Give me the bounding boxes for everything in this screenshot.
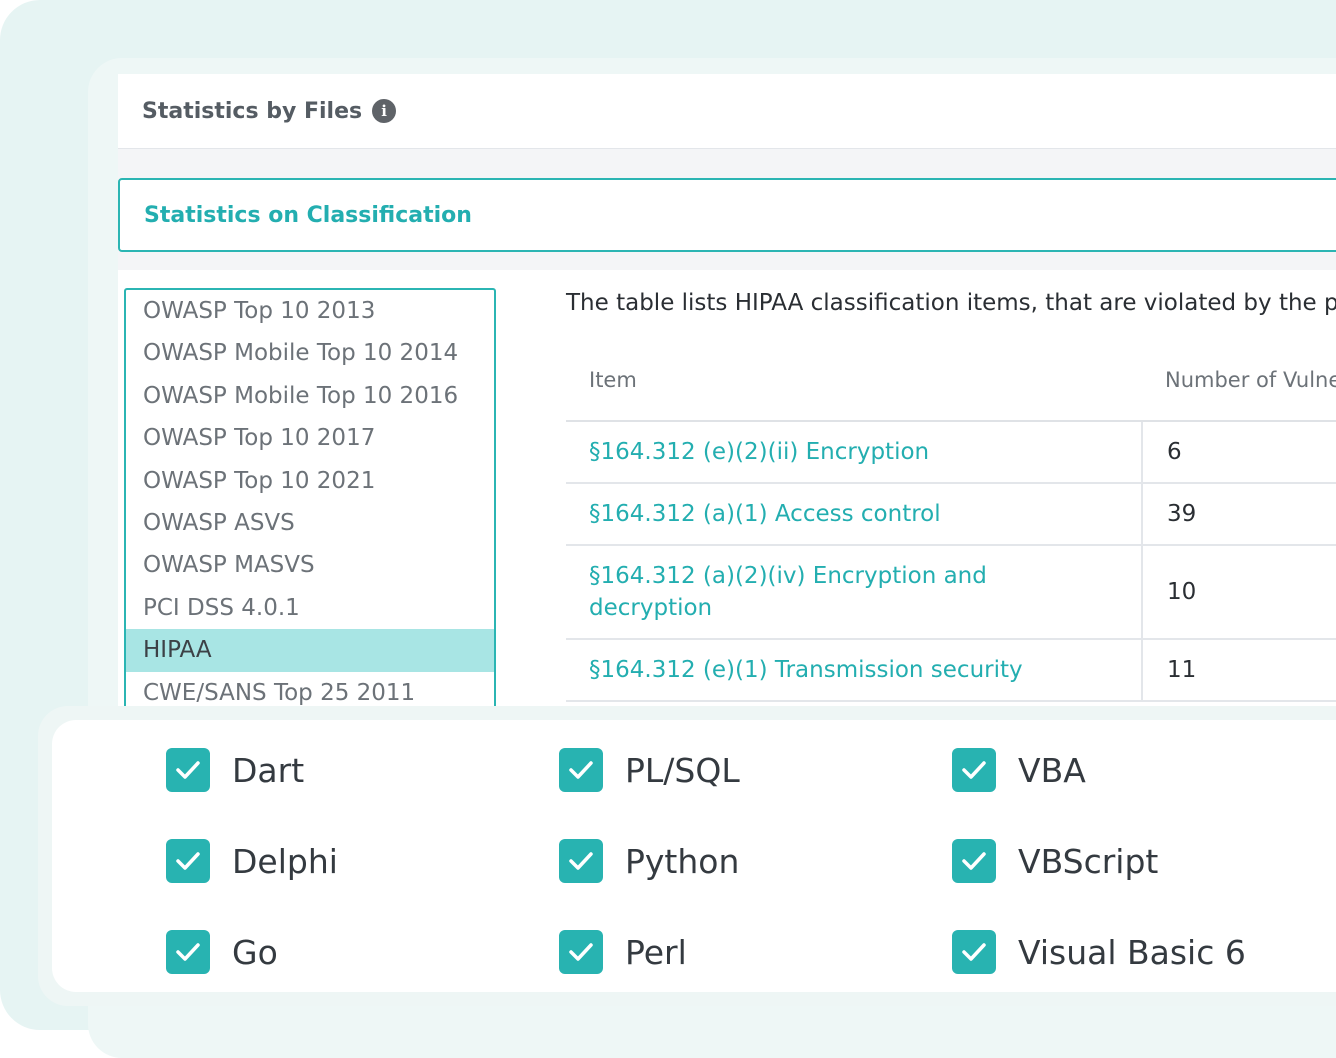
classification-content: OWASP Top 10 2013 OWASP Mobile Top 10 20… xyxy=(118,270,1336,754)
list-item[interactable]: OWASP Top 10 2021 xyxy=(126,460,494,502)
checkmark-icon xyxy=(569,943,593,961)
item-link[interactable]: §164.312 (e)(2)(ii) Encryption xyxy=(566,422,1141,482)
checkbox-checked[interactable] xyxy=(559,748,603,792)
languages-card: Dart Delphi Go PL/SQL Python Perl VBA VB… xyxy=(52,720,1336,992)
checkmark-icon xyxy=(962,943,986,961)
table-row: §164.312 (e)(2)(ii) Encryption 6 xyxy=(566,422,1336,484)
app-window: Statistics by Files i Statistics on Clas… xyxy=(118,74,1336,754)
table-description: The table lists HIPAA classification ite… xyxy=(566,290,1336,316)
classification-table: Item Number of Vulne §164.312 (e)(2)(ii)… xyxy=(566,340,1336,702)
info-icon[interactable]: i xyxy=(372,99,397,123)
list-item[interactable]: OWASP Top 10 2017 xyxy=(126,417,494,459)
checkmark-icon xyxy=(176,943,200,961)
checkmark-icon xyxy=(569,761,593,779)
language-label: VBScript xyxy=(1018,841,1159,881)
checkbox-checked[interactable] xyxy=(952,839,996,883)
list-item[interactable]: OWASP Mobile Top 10 2016 xyxy=(126,375,494,417)
language-option[interactable]: PL/SQL xyxy=(559,748,740,792)
section-title: Statistics on Classification xyxy=(144,202,472,228)
checkbox-checked[interactable] xyxy=(166,930,210,974)
list-item[interactable]: PCI DSS 4.0.1 xyxy=(126,587,494,629)
checkmark-icon xyxy=(962,852,986,870)
item-link[interactable]: §164.312 (e)(1) Transmission security xyxy=(566,640,1141,700)
item-link[interactable]: §164.312 (a)(1) Access control xyxy=(566,484,1141,544)
checkmark-icon xyxy=(176,852,200,870)
column-header-item[interactable]: Item xyxy=(566,368,1141,392)
checkmark-icon xyxy=(569,852,593,870)
table-header: Item Number of Vulne xyxy=(566,340,1336,422)
language-label: Dart xyxy=(232,750,305,790)
language-option[interactable]: VBScript xyxy=(952,839,1158,883)
vulnerability-count: 6 xyxy=(1141,422,1336,482)
language-option[interactable]: Python xyxy=(559,839,739,883)
language-option[interactable]: Go xyxy=(166,930,278,974)
checkbox-checked[interactable] xyxy=(952,748,996,792)
language-label: VBA xyxy=(1018,750,1086,790)
list-item-selected[interactable]: HIPAA xyxy=(126,629,494,672)
language-label: Perl xyxy=(625,932,687,972)
column-header-count[interactable]: Number of Vulne xyxy=(1141,368,1336,392)
language-label: Visual Basic 6 xyxy=(1018,932,1246,972)
language-option[interactable]: Dart xyxy=(166,748,304,792)
vulnerability-count: 10 xyxy=(1141,546,1336,638)
classification-section-header[interactable]: Statistics on Classification xyxy=(118,178,1336,252)
vulnerability-count: 39 xyxy=(1141,484,1336,544)
statistics-header: Statistics by Files i xyxy=(118,74,1336,149)
checkbox-checked[interactable] xyxy=(166,839,210,883)
list-item[interactable]: OWASP Top 10 2013 xyxy=(126,290,494,332)
item-link[interactable]: §164.312 (a)(2)(iv) Encryption and decry… xyxy=(566,546,1141,638)
language-option[interactable]: Delphi xyxy=(166,839,338,883)
header-title: Statistics by Files xyxy=(142,98,363,124)
checkbox-checked[interactable] xyxy=(559,930,603,974)
table-row: §164.312 (e)(1) Transmission security 11 xyxy=(566,640,1336,702)
checkbox-checked[interactable] xyxy=(952,930,996,974)
vulnerability-count: 11 xyxy=(1141,640,1336,700)
list-item[interactable]: OWASP Mobile Top 10 2014 xyxy=(126,332,494,374)
list-item[interactable]: OWASP MASVS xyxy=(126,544,494,586)
language-label: Go xyxy=(232,932,278,972)
language-label: Python xyxy=(625,841,740,881)
checkmark-icon xyxy=(962,761,986,779)
language-option[interactable]: VBA xyxy=(952,748,1086,792)
classification-listbox[interactable]: OWASP Top 10 2013 OWASP Mobile Top 10 20… xyxy=(124,288,496,748)
checkmark-icon xyxy=(176,761,200,779)
checkbox-checked[interactable] xyxy=(166,748,210,792)
table-row: §164.312 (a)(2)(iv) Encryption and decry… xyxy=(566,546,1336,640)
language-label: PL/SQL xyxy=(625,750,740,790)
table-row: §164.312 (a)(1) Access control 39 xyxy=(566,484,1336,546)
language-option[interactable]: Visual Basic 6 xyxy=(952,930,1246,974)
list-item[interactable]: OWASP ASVS xyxy=(126,502,494,544)
language-option[interactable]: Perl xyxy=(559,930,687,974)
checkbox-checked[interactable] xyxy=(559,839,603,883)
language-label: Delphi xyxy=(232,841,338,881)
